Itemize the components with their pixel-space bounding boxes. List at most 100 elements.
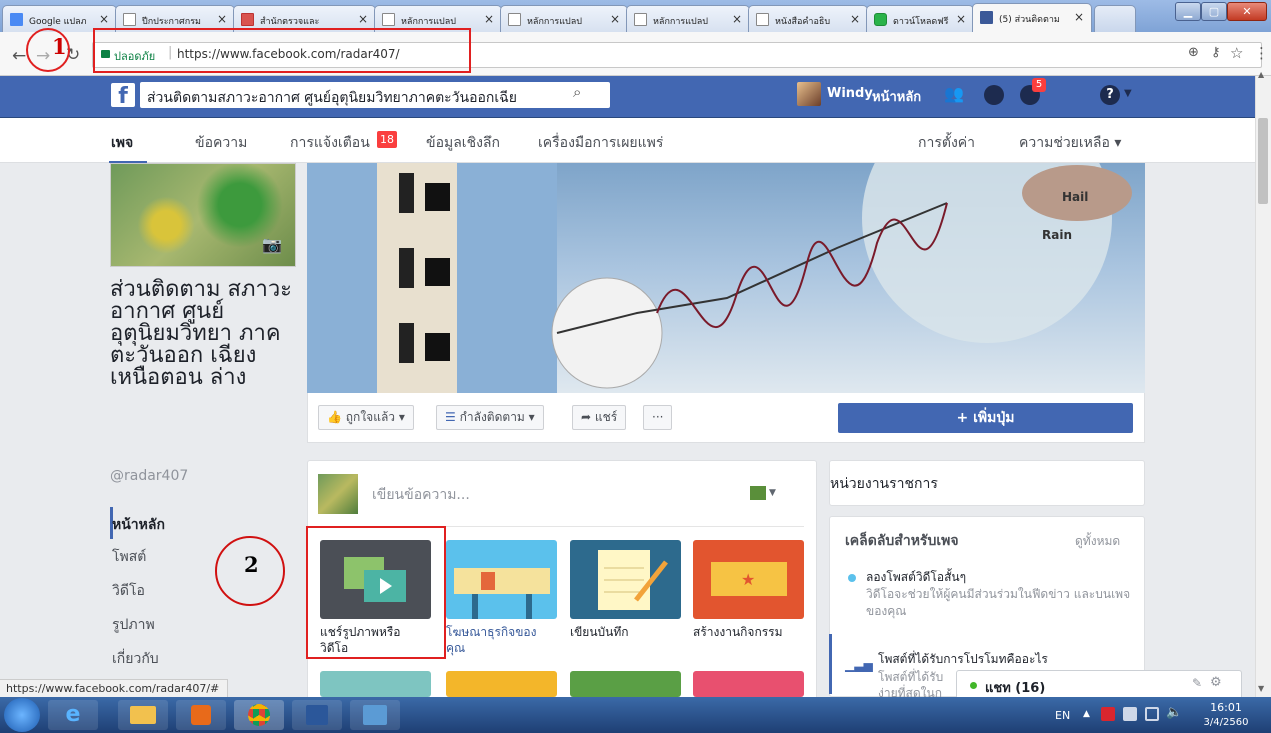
- sidebar-item-home[interactable]: หน้าหลัก: [112, 514, 165, 536]
- close-tab-icon[interactable]: ×: [610, 12, 620, 26]
- page-name: ส่วนติดตาม สภาวะอากาศ ศูนย์ อุตุนิยมวิทย…: [110, 277, 292, 390]
- more-tile[interactable]: [693, 671, 804, 697]
- close-tab-icon[interactable]: ×: [217, 12, 227, 26]
- start-button[interactable]: [4, 698, 40, 732]
- chat-label[interactable]: แชท (16): [985, 677, 1045, 698]
- camera-icon[interactable]: 📷: [262, 235, 282, 254]
- scroll-down-arrow-icon[interactable]: ▼: [1258, 684, 1264, 693]
- tab-notifications[interactable]: การแจ้งเตือน: [290, 132, 370, 154]
- taskbar-paint-icon[interactable]: [350, 700, 400, 730]
- browser-tab[interactable]: หนังสือคำอธิบ ×: [748, 5, 868, 32]
- close-tab-icon[interactable]: ×: [956, 12, 966, 26]
- more-button[interactable]: ···: [643, 405, 673, 430]
- more-tile[interactable]: [320, 671, 431, 697]
- cover-label-hail: Hail: [1062, 190, 1089, 204]
- composer-input[interactable]: เขียนข้อความ...: [372, 484, 470, 506]
- chrome-menu-icon[interactable]: ⋮: [1254, 44, 1269, 62]
- messenger-icon[interactable]: [984, 85, 1004, 105]
- tab-help[interactable]: ความช่วยเหลือ ▾: [1019, 132, 1121, 154]
- close-window-icon[interactable]: ✕: [1227, 2, 1267, 21]
- search-icon[interactable]: ⌕: [573, 83, 581, 101]
- page-handle[interactable]: @radar407: [110, 468, 188, 484]
- zoom-icon[interactable]: ⊕: [1188, 45, 1199, 60]
- tab-page[interactable]: เพจ: [111, 132, 133, 154]
- advertise-business-label[interactable]: โฆษณาธุรกิจของ คุณ: [446, 624, 557, 656]
- page-icon: [634, 13, 647, 26]
- minimize-icon[interactable]: ▁: [1175, 2, 1201, 21]
- tab-messages[interactable]: ข้อความ: [195, 132, 247, 154]
- tray-expand-icon[interactable]: ▲: [1083, 709, 1090, 719]
- action-center-flag-icon[interactable]: [1123, 707, 1137, 721]
- more-tile[interactable]: [446, 671, 557, 697]
- browser-tab-active[interactable]: (5) ส่วนติดตาม ×: [972, 3, 1092, 32]
- tray-app-icon[interactable]: [1101, 707, 1115, 721]
- write-note-tile[interactable]: [570, 540, 681, 619]
- add-button[interactable]: + เพิ่มปุ่ม: [838, 403, 1133, 433]
- browser-tab[interactable]: หลักการแปลป ×: [500, 5, 628, 32]
- volume-icon[interactable]: 🔈: [1166, 705, 1182, 720]
- maximize-icon[interactable]: ▢: [1201, 2, 1227, 21]
- close-tab-icon[interactable]: ×: [732, 12, 742, 26]
- tip-title[interactable]: ลองโพสต์วิดีโอสั้นๆ: [866, 568, 966, 587]
- close-tab-icon[interactable]: ×: [1074, 10, 1084, 24]
- tab-insights[interactable]: ข้อมูลเชิงลึก: [426, 132, 500, 154]
- help-icon[interactable]: ?: [1100, 85, 1120, 105]
- page-icon: [382, 13, 395, 26]
- language-indicator[interactable]: EN: [1055, 709, 1070, 722]
- browser-tab[interactable]: ดาวน์โหลดฟรี ×: [866, 5, 974, 32]
- taskbar-chrome-icon[interactable]: [234, 700, 284, 730]
- write-note-label[interactable]: เขียนบันทึก: [570, 624, 681, 640]
- back-icon[interactable]: ←: [12, 46, 26, 66]
- svg-text:★: ★: [741, 570, 755, 589]
- user-name[interactable]: Windy: [827, 86, 873, 101]
- taskbar-word-icon[interactable]: [292, 700, 342, 730]
- close-tab-icon[interactable]: ×: [358, 12, 368, 26]
- facebook-logo-icon[interactable]: f: [111, 83, 135, 109]
- sidebar-item-videos[interactable]: วิดีโอ: [112, 580, 145, 602]
- advertise-business-tile[interactable]: [446, 540, 557, 619]
- following-button[interactable]: ☰ กำลังติดตาม ▾: [436, 405, 544, 430]
- thumbs-up-icon: 👍: [327, 410, 342, 424]
- gear-icon[interactable]: ⚙: [1210, 675, 1222, 690]
- key-icon[interactable]: ⚷: [1211, 45, 1221, 60]
- tip-highlight-marker: [829, 634, 832, 694]
- home-link[interactable]: หน้าหลัก: [872, 86, 921, 107]
- scrollbar-thumb[interactable]: [1258, 118, 1268, 204]
- avatar[interactable]: [797, 82, 821, 106]
- chevron-down-icon[interactable]: ▼: [769, 488, 776, 498]
- friend-requests-icon[interactable]: 👥: [944, 84, 964, 103]
- close-tab-icon[interactable]: ×: [99, 12, 109, 26]
- tab-settings[interactable]: การตั้งค่า: [918, 132, 975, 154]
- sidebar-item-photos[interactable]: รูปภาพ: [112, 614, 155, 636]
- clock-date[interactable]: 3/4/2560: [1198, 717, 1254, 728]
- share-button[interactable]: ➦ แชร์: [572, 405, 627, 430]
- page-icon: [756, 13, 769, 26]
- bookmark-star-icon[interactable]: ☆: [1230, 44, 1243, 62]
- see-all-link[interactable]: ดูทั้งหมด: [1075, 532, 1120, 551]
- sidebar-item-about[interactable]: เกี่ยวกับ: [112, 648, 159, 670]
- taskbar-media-icon[interactable]: [176, 700, 226, 730]
- scroll-up-arrow-icon[interactable]: ▲: [1258, 70, 1264, 79]
- tab-publishing-tools[interactable]: เครื่องมือการเผยแพร่: [538, 132, 663, 154]
- close-tab-icon[interactable]: ×: [484, 12, 494, 26]
- liked-button[interactable]: 👍 ถูกใจแล้ว ▾: [318, 405, 414, 430]
- notepad-icon: [598, 550, 668, 610]
- clock-time[interactable]: 16:01: [1204, 701, 1248, 714]
- browser-tab[interactable]: หลักการแปลป ×: [626, 5, 750, 32]
- cover-illustration: [307, 163, 1132, 393]
- taskbar-explorer-icon[interactable]: [118, 700, 168, 730]
- tip-title[interactable]: โพสต์ที่ได้รับการโปรโมทคืออะไร: [878, 650, 1048, 669]
- network-icon[interactable]: [1145, 707, 1159, 721]
- cover-photo[interactable]: [307, 163, 1145, 393]
- sidebar-item-posts[interactable]: โพสต์: [112, 546, 146, 568]
- close-tab-icon[interactable]: ×: [850, 12, 860, 26]
- new-tab-button[interactable]: [1094, 5, 1136, 32]
- page-category[interactable]: หน่วยงานราชการ: [830, 473, 938, 495]
- more-tile[interactable]: [570, 671, 681, 697]
- post-as-avatar[interactable]: [750, 486, 766, 500]
- compose-icon[interactable]: ✎: [1192, 676, 1202, 690]
- taskbar-ie-icon[interactable]: e: [48, 700, 98, 730]
- create-event-tile[interactable]: ★: [693, 540, 804, 619]
- create-event-label[interactable]: สร้างงานกิจกรรม: [693, 624, 804, 640]
- account-menu-arrow-icon[interactable]: ▼: [1124, 88, 1132, 99]
